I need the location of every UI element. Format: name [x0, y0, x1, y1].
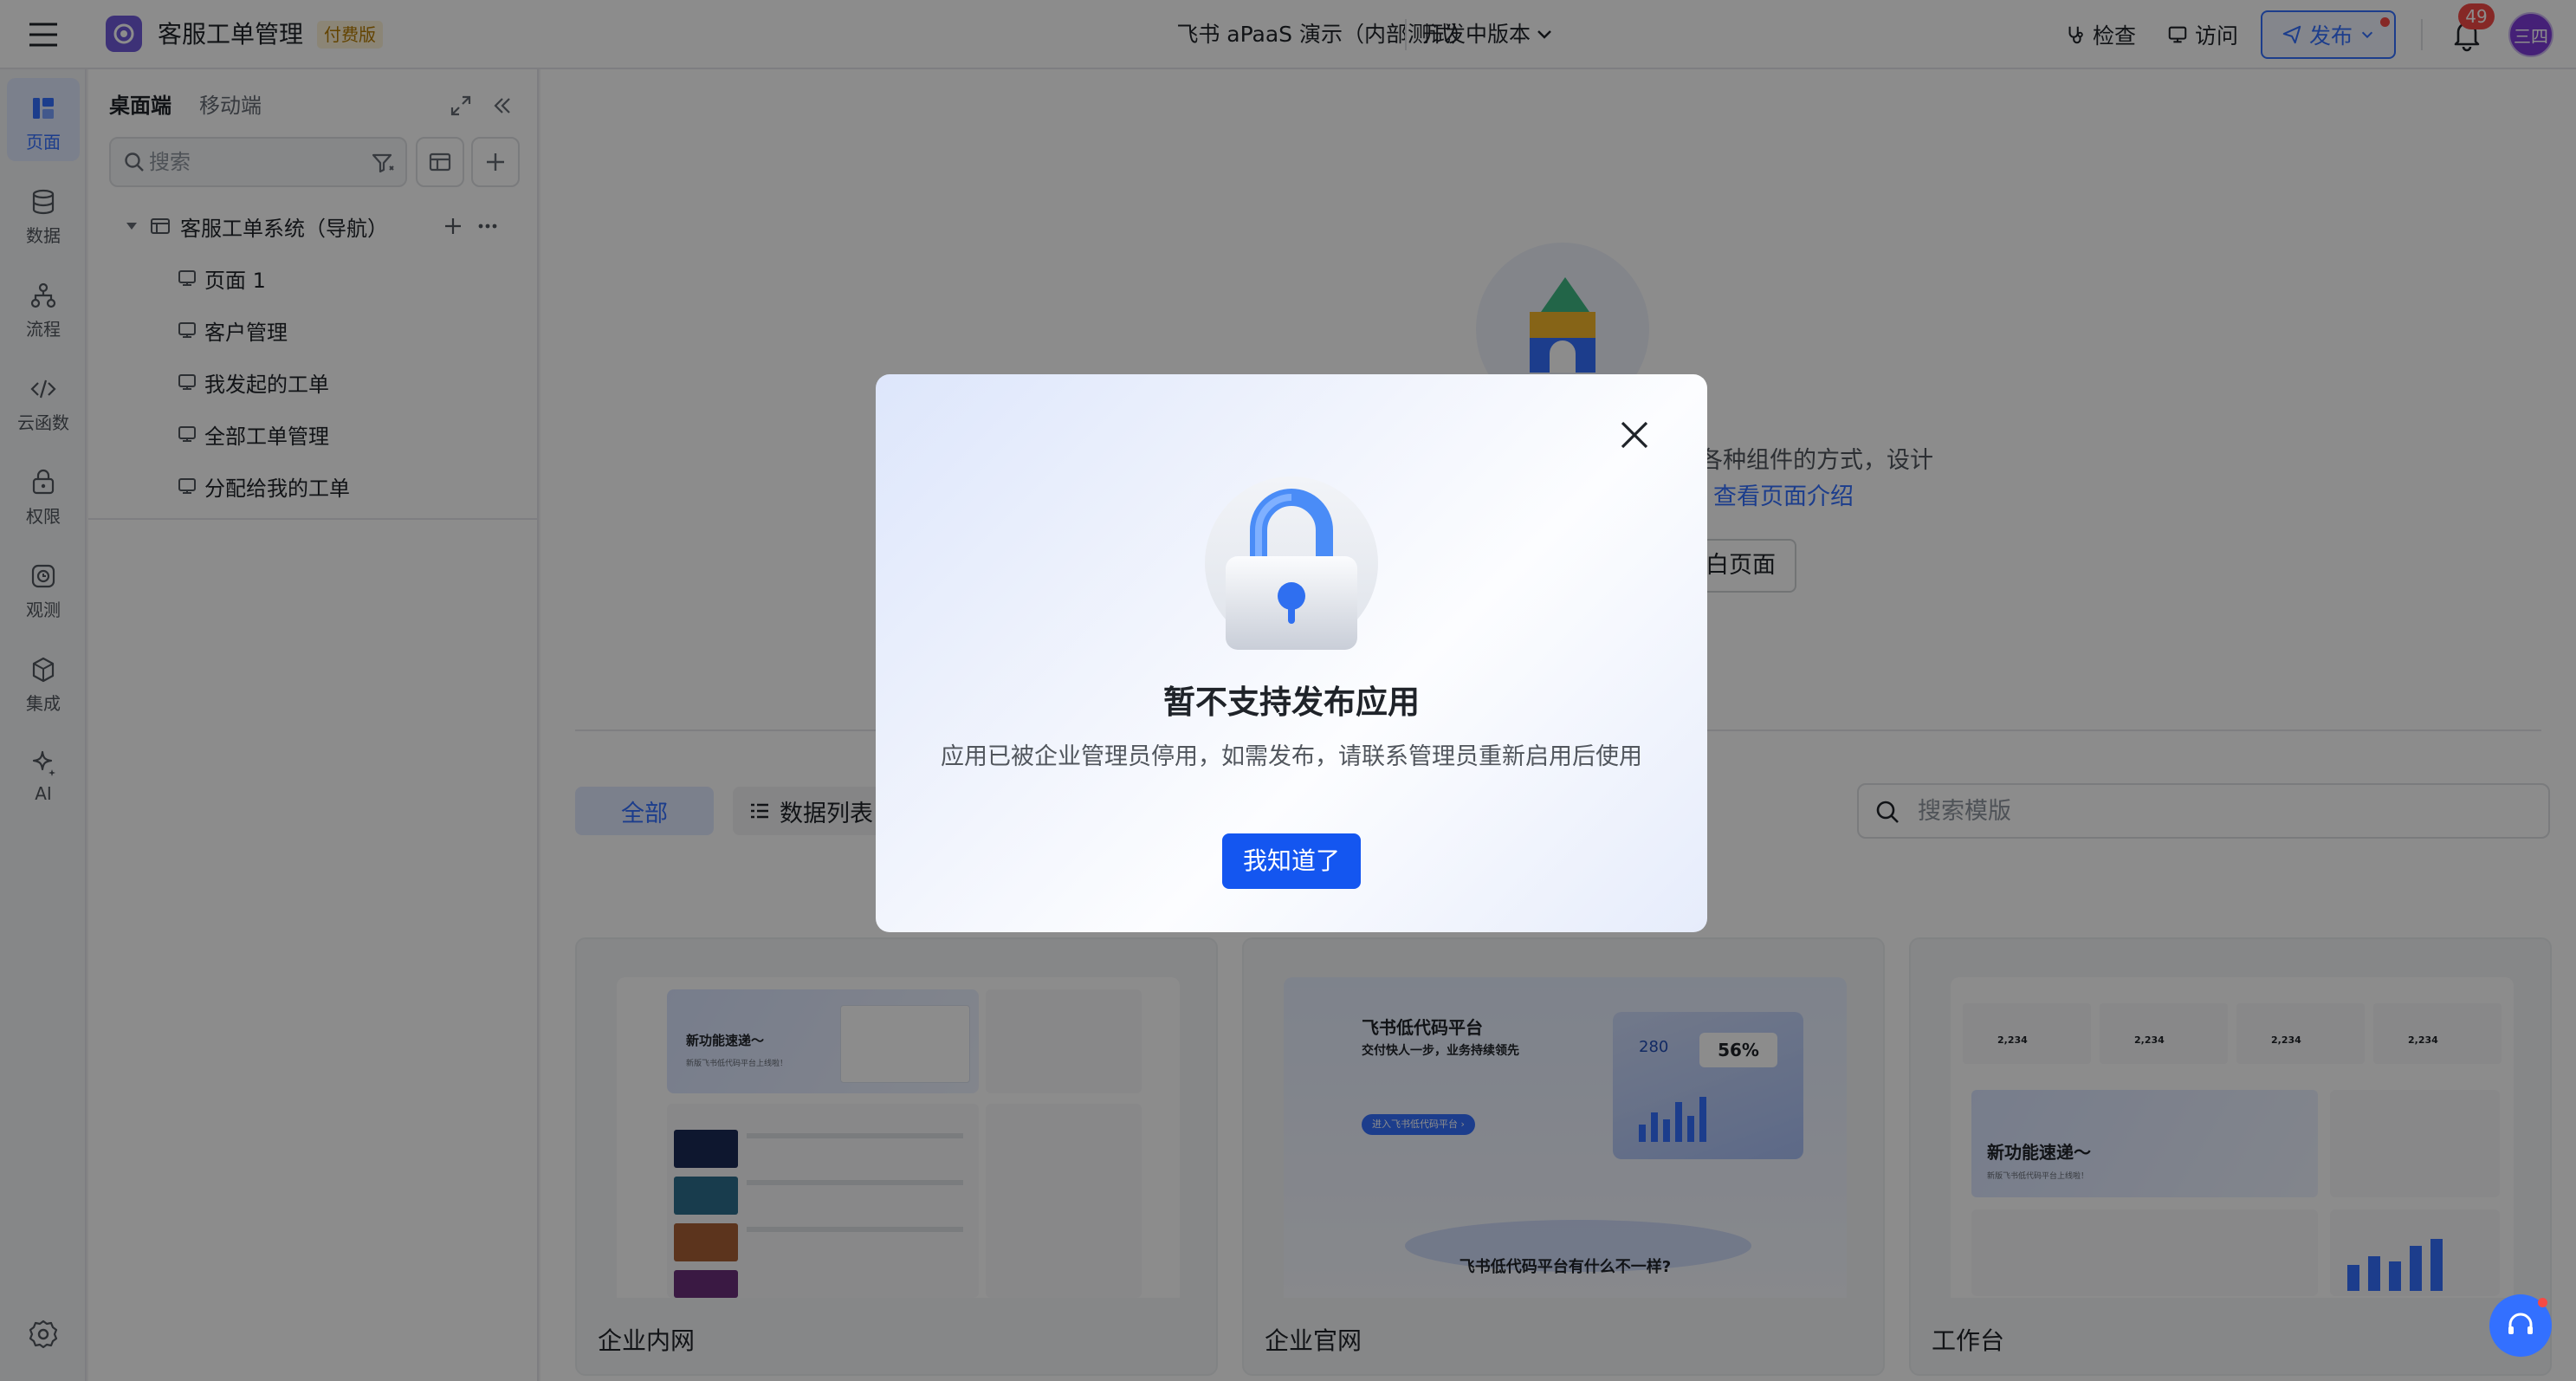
dialog-title: 暂不支持发布应用 [1163, 684, 1420, 721]
acknowledge-button[interactable]: 我知道了 [1222, 833, 1361, 889]
dialog-description: 应用已被企业管理员停用，如需发布，请联系管理员重新启用后使用 [941, 743, 1642, 770]
close-icon[interactable] [1617, 418, 1652, 452]
publish-blocked-dialog: 暂不支持发布应用 应用已被企业管理员停用，如需发布，请联系管理员重新启用后使用 … [876, 374, 1707, 932]
headset-icon [2508, 1313, 2533, 1334]
lock-icon [1205, 477, 1378, 650]
help-button[interactable] [2489, 1294, 2552, 1357]
help-alert-dot [2538, 1298, 2547, 1307]
